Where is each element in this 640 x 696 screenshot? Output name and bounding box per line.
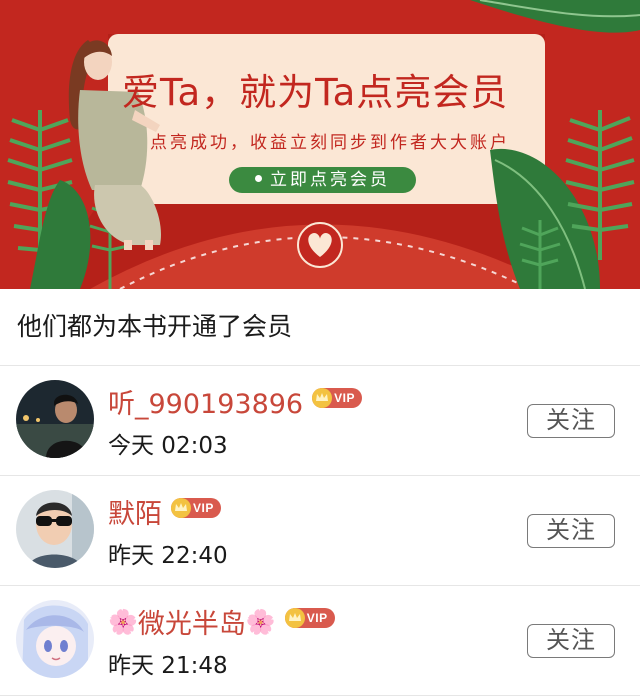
vip-badge: VIP <box>171 497 221 518</box>
promo-banner[interactable]: 爱Ta，就为Ta点亮会员 点亮成功，收益立刻同步到作者大大账户 立即点亮会员 <box>0 0 640 289</box>
avatar[interactable] <box>16 600 94 678</box>
activate-membership-button[interactable]: 立即点亮会员 <box>229 167 416 193</box>
follow-button[interactable]: 关注 <box>527 514 615 548</box>
avatar[interactable] <box>16 380 94 458</box>
avatar[interactable] <box>16 490 94 568</box>
list-item[interactable]: 默陌 VIP 昨天 22:40 关注 <box>0 476 640 586</box>
member-name[interactable]: 默陌 <box>108 492 162 531</box>
crown-icon <box>284 607 305 628</box>
member-list: 听_990193896 VIP 今天 02:03 关注 默陌 VIP 昨天 22… <box>0 366 640 696</box>
member-name-line: 默陌 VIP <box>108 492 221 531</box>
flower-emoji-icon: 🌸 <box>108 607 138 636</box>
flower-emoji-icon: 🌸 <box>245 607 276 636</box>
vip-badge: VIP <box>312 387 362 408</box>
list-item[interactable]: 听_990193896 VIP 今天 02:03 关注 <box>0 366 640 476</box>
follow-button[interactable]: 关注 <box>527 404 615 438</box>
section-title: 他们都为本书开通了会员 <box>0 289 640 366</box>
member-time: 今天 02:03 <box>108 433 228 459</box>
vip-label: VIP <box>193 500 214 515</box>
member-name-line: 听_990193896 VIP <box>108 382 362 421</box>
list-item[interactable]: 🌸 微光半岛 🌸 VIP 昨天 21:48 关注 <box>0 586 640 696</box>
member-name[interactable]: 听_990193896 <box>108 382 303 421</box>
member-time: 昨天 22:40 <box>108 543 228 569</box>
vip-label: VIP <box>306 610 328 625</box>
member-time: 昨天 21:48 <box>108 653 228 679</box>
banner-subtitle: 点亮成功，收益立刻同步到作者大大账户 <box>150 133 510 153</box>
member-name-line: 🌸 微光半岛 🌸 VIP <box>108 602 335 641</box>
vip-label: VIP <box>334 390 355 405</box>
banner-title: 爱Ta，就为Ta点亮会员 <box>122 71 509 114</box>
follow-button[interactable]: 关注 <box>527 624 615 658</box>
bullet-icon <box>255 175 262 182</box>
member-name[interactable]: 微光半岛 <box>138 602 246 641</box>
activate-membership-label: 立即点亮会员 <box>270 170 390 190</box>
crown-icon <box>171 497 191 518</box>
vip-badge: VIP <box>284 607 335 628</box>
crown-icon <box>312 387 333 408</box>
